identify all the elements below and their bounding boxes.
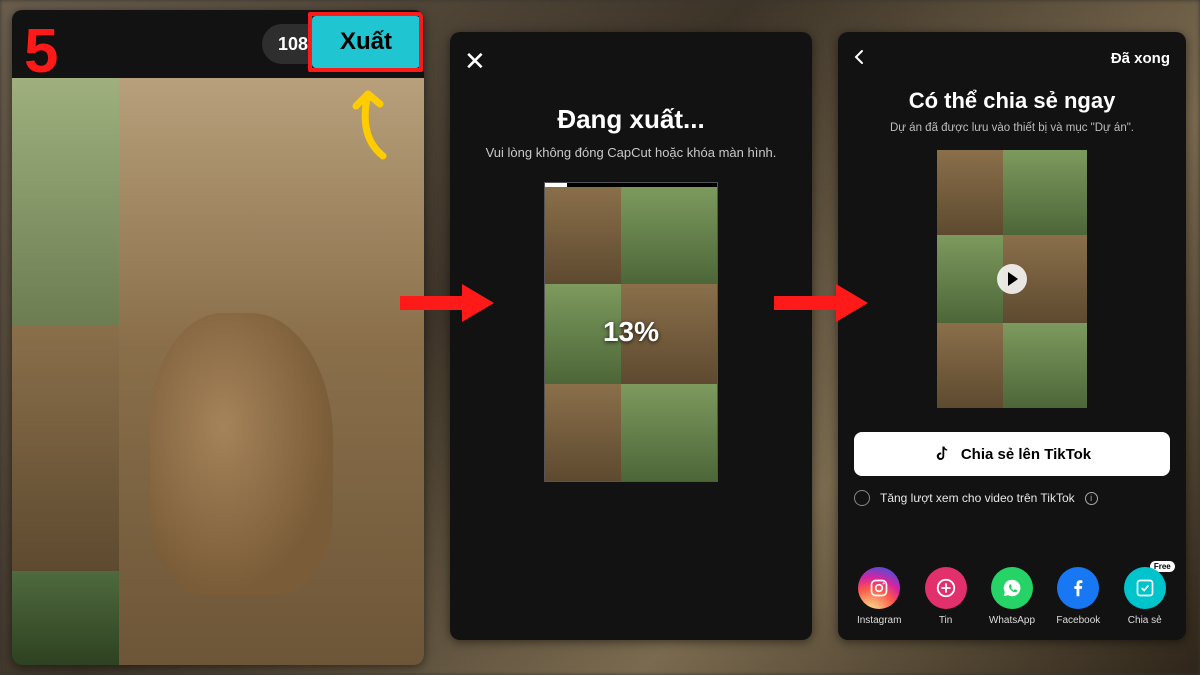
share-label: Instagram [857, 615, 901, 626]
boost-views-option[interactable]: Tăng lượt xem cho video trên TikTok i [854, 490, 1170, 506]
share-label: Facebook [1056, 615, 1100, 626]
exporting-title: Đang xuất... [450, 104, 812, 135]
preview-main [119, 78, 424, 665]
screen-2-exporting: ✕ Đang xuất... Vui lòng không đóng CapCu… [450, 32, 812, 640]
share-subtitle: Dự án đã được lưu vào thiết bị và mục "D… [838, 122, 1186, 134]
play-icon[interactable] [997, 264, 1027, 294]
share-whatsapp-button[interactable]: WhatsApp [984, 567, 1040, 626]
info-icon[interactable]: i [1085, 492, 1098, 505]
tin-icon [925, 567, 967, 609]
share-tin-button[interactable]: Tin [918, 567, 974, 626]
whatsapp-icon [991, 567, 1033, 609]
back-button[interactable] [852, 48, 866, 71]
share-label: Chia sẻ [1128, 615, 1162, 626]
share-tiktok-button[interactable]: Chia sẻ lên TikTok [854, 432, 1170, 476]
editor-header: 1080P Xuất [12, 10, 424, 78]
share-label: WhatsApp [989, 615, 1035, 626]
preview-tile [12, 78, 119, 325]
tutorial-stage: 5 1080P Xuất ✕ [0, 0, 1200, 675]
tiktok-icon [933, 445, 951, 463]
share-thumbnail[interactable] [937, 150, 1087, 408]
share-tiktok-label: Chia sẻ lên TikTok [961, 446, 1091, 463]
export-thumbnail: 13% [544, 182, 718, 482]
exporting-subtitle: Vui lòng không đóng CapCut hoặc khóa màn… [450, 145, 812, 160]
share-options-row: Instagram Tin WhatsApp Facebook [838, 567, 1186, 626]
annotation-arrow-yellow [338, 76, 408, 166]
instagram-icon [858, 567, 900, 609]
annotation-arrow-red-icon [396, 278, 496, 328]
share-more-button[interactable]: Free Chia sẻ [1117, 567, 1173, 626]
export-button-label: Xuất [340, 28, 392, 56]
export-percent: 13% [545, 316, 717, 348]
radio-icon [854, 490, 870, 506]
boost-views-label: Tăng lượt xem cho video trên TikTok [880, 491, 1075, 505]
share-instagram-button[interactable]: Instagram [851, 567, 907, 626]
export-button[interactable]: Xuất [312, 16, 420, 68]
step-number: 5 [24, 16, 58, 87]
share-label: Tin [939, 615, 953, 626]
close-button[interactable]: ✕ [464, 46, 486, 77]
video-preview[interactable] [12, 78, 424, 665]
preview-tile [12, 325, 119, 572]
share-title: Có thể chia sẻ ngay [838, 88, 1186, 114]
preview-tile [12, 571, 119, 665]
share-facebook-button[interactable]: Facebook [1050, 567, 1106, 626]
annotation-arrow-red-icon [770, 278, 870, 328]
facebook-icon [1057, 567, 1099, 609]
share-icon [1124, 567, 1166, 609]
screen-3-share: Đã xong Có thể chia sẻ ngay Dự án đã đượ… [838, 32, 1186, 640]
done-button[interactable]: Đã xong [1111, 50, 1170, 67]
